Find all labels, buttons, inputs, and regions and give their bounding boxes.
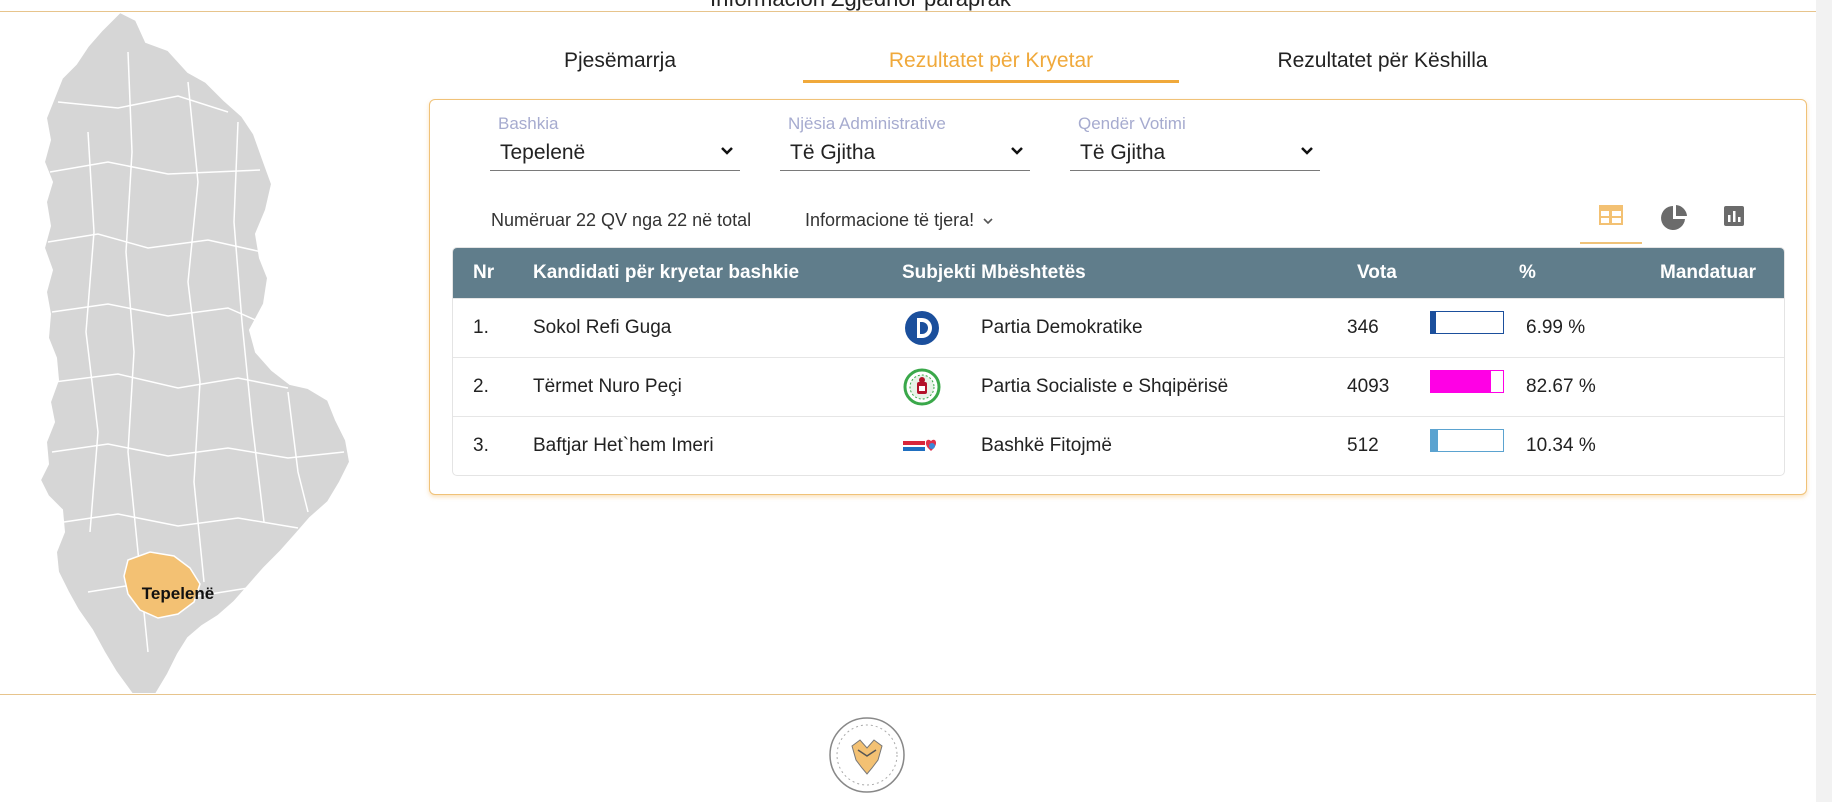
results-table: Nr Kandidati për kryetar bashkie Subjekt… — [452, 247, 1785, 476]
row-candidate: Tërmet Nuro Peçi — [533, 376, 682, 397]
row-votes: 512 — [1347, 435, 1379, 456]
percent-bar-fill — [1431, 371, 1491, 392]
chevron-down-icon — [1011, 147, 1023, 155]
ps-logo-icon — [903, 368, 941, 406]
row-party: Partia Demokratike — [981, 317, 1143, 338]
chevron-down-icon — [1301, 147, 1313, 155]
counted-stations-text: Numëruar 22 QV nga 22 në total — [491, 210, 752, 230]
municipality-select[interactable]: Tepelenë — [490, 136, 740, 171]
header-candidate: Kandidati për kryetar bashkie — [533, 262, 800, 283]
percent-bar-fill — [1431, 430, 1439, 451]
row-candidate: Baftjar Het`hem Imeri — [533, 435, 714, 456]
tab-participation[interactable]: Pjesëmarrja — [500, 40, 740, 86]
percent-bar — [1430, 429, 1504, 452]
filter-municipality: Bashkia Tepelenë — [490, 114, 740, 171]
table-row[interactable]: 2. Tërmet Nuro Peçi Partia Socialiste e … — [453, 357, 1784, 416]
row-votes: 346 — [1347, 317, 1379, 338]
footer-divider — [0, 694, 1816, 695]
filter-admin-unit-label: Njësia Administrative — [788, 114, 946, 133]
pd-logo-icon — [905, 311, 939, 345]
row-nr: 3. — [473, 435, 489, 456]
header-mandate: Mandatuar — [1660, 262, 1757, 283]
map-region-label: Tepelenë — [142, 584, 214, 603]
header-nr: Nr — [473, 262, 495, 283]
table-header: Nr Kandidati për kryetar bashkie Subjekt… — [453, 248, 1784, 298]
header-party: Subjekti Mbështetës — [902, 262, 1086, 283]
row-percent: 6.99 % — [1526, 317, 1586, 338]
bashke-fitojme-logo-icon — [903, 439, 937, 451]
row-percent: 10.34 % — [1526, 435, 1596, 456]
tab-council-results[interactable]: Rezultatet për Këshilla — [1240, 40, 1525, 86]
row-nr: 1. — [473, 317, 489, 338]
chevron-down-icon — [983, 218, 993, 225]
admin-unit-select-value: Të Gjitha — [790, 141, 876, 164]
view-bar-button[interactable] — [1704, 200, 1766, 242]
active-tab-indicator — [803, 80, 1179, 83]
cec-seal-logo — [829, 717, 905, 793]
view-pie-button[interactable] — [1642, 200, 1704, 242]
table-row[interactable]: 1. Sokol Refi Guga Partia Demokratike 34… — [453, 298, 1784, 357]
row-party: Partia Socialiste e Shqipërisë — [981, 376, 1229, 397]
filter-municipality-label: Bashkia — [498, 114, 559, 133]
results-tabs: Pjesëmarrja Rezultatet për Kryetar Rezul… — [500, 40, 1550, 86]
row-party: Bashkë Fitojmë — [981, 435, 1112, 456]
bar-chart-icon — [1724, 206, 1744, 226]
filter-polling-center: Qendër Votimi Të Gjitha — [1070, 114, 1320, 171]
row-percent: 82.67 % — [1526, 376, 1596, 397]
results-card: Bashkia Tepelenë Njësia Administrative T… — [429, 99, 1807, 495]
more-info-label: Informacione të tjera! — [805, 210, 975, 230]
percent-bar-fill — [1431, 312, 1437, 333]
row-votes: 4093 — [1347, 376, 1390, 397]
view-table-button[interactable] — [1580, 200, 1642, 244]
table-icon — [1599, 205, 1623, 225]
row-nr: 2. — [473, 376, 489, 397]
more-info-toggle[interactable]: Informacione të tjera! — [805, 210, 993, 231]
filter-polling-center-label: Qendër Votimi — [1078, 114, 1186, 133]
albania-map[interactable]: Tepelenë — [28, 12, 373, 694]
polling-center-select-value: Të Gjitha — [1080, 141, 1166, 164]
municipality-select-value: Tepelenë — [500, 141, 586, 164]
pie-chart-icon — [1661, 205, 1687, 230]
filter-admin-unit: Njësia Administrative Të Gjitha — [780, 114, 1030, 171]
header-votes: Vota — [1357, 262, 1397, 283]
polling-center-select[interactable]: Të Gjitha — [1070, 136, 1320, 171]
percent-bar — [1430, 311, 1504, 334]
chevron-down-icon — [721, 147, 733, 155]
table-row[interactable]: 3. Baftjar Het`hem Imeri Bashkë Fitojmë … — [453, 416, 1784, 475]
percent-bar — [1430, 370, 1504, 393]
scrollbar[interactable] — [1816, 0, 1832, 802]
admin-unit-select[interactable]: Të Gjitha — [780, 136, 1030, 171]
header-percent: % — [1519, 262, 1536, 283]
row-candidate: Sokol Refi Guga — [533, 317, 672, 338]
